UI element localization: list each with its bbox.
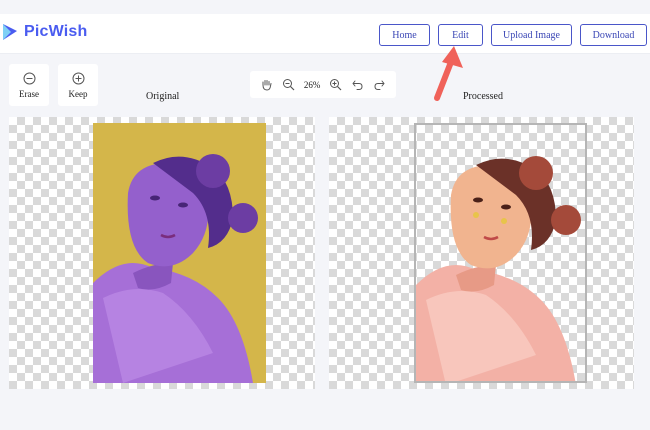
- top-strip: [0, 0, 650, 14]
- annotation-arrow-icon: [434, 46, 463, 101]
- zoom-toolbar: 26%: [250, 71, 396, 98]
- footer-strip: [0, 408, 650, 430]
- processed-caption: Processed: [463, 91, 503, 102]
- logo-text: PicWish: [24, 23, 88, 40]
- keep-icon: [72, 72, 84, 84]
- original-caption: Original: [146, 91, 180, 102]
- keep-tool-button[interactable]: Keep: [58, 64, 98, 106]
- zoom-in-icon[interactable]: [329, 78, 342, 91]
- logo-icon: [3, 24, 17, 40]
- home-button[interactable]: Home: [379, 24, 430, 46]
- undo-icon[interactable]: [351, 78, 364, 91]
- original-canvas[interactable]: [9, 117, 315, 389]
- zoom-level: 26%: [303, 79, 321, 90]
- redo-icon[interactable]: [373, 78, 386, 91]
- download-button[interactable]: Download: [580, 24, 647, 46]
- zoom-out-icon[interactable]: [282, 78, 295, 91]
- woman-portrait-processed: [416, 156, 581, 381]
- erase-tool-button[interactable]: Erase: [9, 64, 49, 106]
- erase-label: Erase: [19, 88, 39, 99]
- erase-icon: [23, 72, 35, 84]
- hand-icon[interactable]: [260, 78, 273, 91]
- woman-portrait-original: [93, 123, 266, 383]
- keep-label: Keep: [68, 88, 88, 99]
- picwish-logo[interactable]: PicWish: [2, 22, 88, 42]
- original-photo: [93, 123, 266, 383]
- processed-canvas[interactable]: [329, 117, 634, 389]
- upload-image-button[interactable]: Upload Image: [491, 24, 572, 46]
- processed-photo: [414, 123, 587, 383]
